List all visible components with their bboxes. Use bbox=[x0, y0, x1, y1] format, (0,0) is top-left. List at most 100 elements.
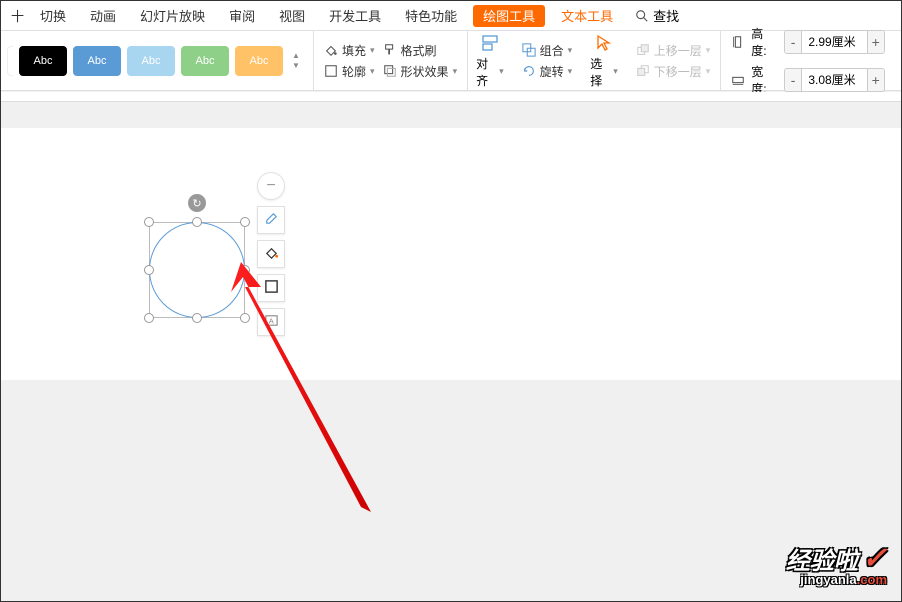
chevron-down-icon: ▾ bbox=[568, 45, 573, 56]
handle-bottom-left[interactable] bbox=[144, 313, 154, 323]
shape-effects-button[interactable]: 形状效果 ▾ bbox=[383, 63, 458, 80]
select-pointer-icon bbox=[594, 33, 614, 53]
style-lightblue[interactable]: Abc bbox=[127, 46, 175, 76]
page-strip bbox=[1, 92, 901, 102]
rotate-button[interactable]: 旋转 ▾ bbox=[522, 63, 573, 80]
float-textbox-button[interactable]: A bbox=[257, 308, 285, 336]
collapse-button[interactable]: − bbox=[257, 172, 285, 200]
chevron-down-icon: ▾ bbox=[499, 66, 504, 77]
select-button[interactable]: 选择▾ bbox=[582, 31, 626, 91]
style-gallery-dropdown[interactable]: ▲ ▼ bbox=[289, 52, 303, 70]
outline-icon bbox=[324, 64, 338, 78]
menu-switch[interactable]: 切换 bbox=[28, 1, 78, 31]
height-value[interactable]: 2.99厘米 bbox=[802, 31, 866, 53]
textbox-icon: A bbox=[264, 313, 279, 331]
rotate-handle[interactable]: ↻ bbox=[188, 194, 206, 212]
square-icon bbox=[264, 279, 279, 297]
circle-shape[interactable] bbox=[149, 222, 245, 318]
fill-outline-group: 填充 ▾ 格式刷 轮廓 ▾ 形状效果 ▾ bbox=[314, 31, 468, 91]
handle-left[interactable] bbox=[144, 265, 154, 275]
watermark: 经验啦 ✓ jingyanla.com bbox=[786, 541, 887, 587]
send-backward-label: 下移一层 bbox=[654, 63, 702, 80]
minus-icon: − bbox=[266, 177, 275, 195]
fill-bucket-icon bbox=[324, 43, 338, 57]
size-group: 高度: - 2.99厘米 + 宽度: - 3.08厘米 + bbox=[721, 31, 895, 91]
search-label: 查找 bbox=[653, 6, 679, 25]
outline-label: 轮廓 bbox=[342, 63, 366, 80]
search-button[interactable]: 查找 bbox=[625, 6, 689, 25]
align-label: 对齐 bbox=[476, 55, 497, 89]
bucket-icon bbox=[264, 245, 279, 263]
watermark-domain: jingyanla bbox=[800, 572, 856, 587]
send-backward-button: 下移一层 ▾ bbox=[636, 63, 711, 80]
chevron-down-icon: ▾ bbox=[453, 66, 458, 77]
check-icon: ✓ bbox=[862, 541, 887, 576]
outline-button[interactable]: 轮廓 ▾ bbox=[324, 63, 375, 80]
height-decrease[interactable]: - bbox=[785, 31, 802, 53]
format-painter-button[interactable]: 格式刷 bbox=[383, 42, 437, 59]
height-label: 高度: bbox=[751, 25, 778, 59]
height-increase[interactable]: + bbox=[867, 31, 884, 53]
select-label: 选择 bbox=[590, 55, 611, 89]
align-button[interactable]: 对齐▾ bbox=[468, 31, 512, 91]
menu-devtools[interactable]: 开发工具 bbox=[317, 1, 393, 31]
style-green[interactable]: Abc bbox=[181, 46, 229, 76]
handle-top-left[interactable] bbox=[144, 217, 154, 227]
bring-forward-button: 上移一层 ▾ bbox=[636, 42, 711, 59]
handle-top[interactable] bbox=[192, 217, 202, 227]
svg-text:A: A bbox=[268, 316, 273, 325]
width-icon bbox=[731, 73, 745, 87]
rotate-icon: ↻ bbox=[192, 197, 201, 210]
pencil-icon bbox=[264, 211, 279, 229]
style-orange[interactable]: Abc bbox=[235, 46, 283, 76]
group-icon bbox=[522, 43, 536, 57]
chevron-down-icon: ▾ bbox=[706, 45, 711, 56]
menu-view[interactable]: 视图 bbox=[267, 1, 317, 31]
float-fill-button[interactable] bbox=[257, 240, 285, 268]
selected-shape[interactable]: ↻ bbox=[149, 222, 245, 318]
watermark-text: 经验啦 bbox=[786, 541, 858, 576]
slide-area[interactable]: − A bbox=[1, 128, 901, 380]
paintbrush-icon bbox=[383, 43, 397, 57]
search-icon bbox=[635, 9, 649, 23]
menu-truncated[interactable]: 十 bbox=[11, 1, 28, 31]
chevron-down-icon: ▾ bbox=[568, 66, 573, 77]
width-increase[interactable]: + bbox=[867, 69, 884, 91]
menu-animation[interactable]: 动画 bbox=[78, 1, 128, 31]
float-outline-button[interactable] bbox=[257, 274, 285, 302]
align-icon bbox=[480, 33, 500, 53]
width-value[interactable]: 3.08厘米 bbox=[802, 69, 866, 91]
menu-review[interactable]: 审阅 bbox=[217, 1, 267, 31]
width-spinner[interactable]: - 3.08厘米 + bbox=[784, 68, 885, 92]
chevron-down-icon: ▼ bbox=[292, 62, 300, 70]
menu-slideshow[interactable]: 幻灯片放映 bbox=[128, 1, 217, 31]
group-button[interactable]: 组合 ▾ bbox=[522, 42, 573, 59]
shape-effects-label: 形状效果 bbox=[401, 63, 449, 80]
chevron-down-icon: ▾ bbox=[613, 66, 618, 77]
chevron-down-icon: ▾ bbox=[370, 66, 375, 77]
menu-text-tools[interactable]: 文本工具 bbox=[549, 1, 625, 31]
menu-drawing-tools[interactable]: 绘图工具 bbox=[473, 5, 545, 27]
float-pencil-button[interactable] bbox=[257, 206, 285, 234]
canvas-area: − A ↻ bbox=[1, 92, 901, 601]
width-decrease[interactable]: - bbox=[785, 69, 802, 91]
ribbon-toolbar: Abc Abc Abc Abc Abc ▲ ▼ 填充 ▾ 格式刷 轮廓 ▾ bbox=[1, 31, 901, 91]
layer-down-icon bbox=[636, 64, 650, 78]
style-truncated-left bbox=[7, 46, 13, 76]
handle-bottom-right[interactable] bbox=[240, 313, 250, 323]
style-blue[interactable]: Abc bbox=[73, 46, 121, 76]
style-black[interactable]: Abc bbox=[19, 46, 67, 76]
fill-label: 填充 bbox=[342, 42, 366, 59]
handle-top-right[interactable] bbox=[240, 217, 250, 227]
group-label: 组合 bbox=[540, 42, 564, 59]
height-spinner[interactable]: - 2.99厘米 + bbox=[784, 30, 885, 54]
handle-right[interactable] bbox=[240, 265, 250, 275]
chevron-down-icon: ▾ bbox=[706, 66, 711, 77]
handle-bottom[interactable] bbox=[192, 313, 202, 323]
chevron-down-icon: ▾ bbox=[370, 45, 375, 56]
layer-up-icon bbox=[636, 43, 650, 57]
shape-style-gallery: Abc Abc Abc Abc Abc ▲ ▼ bbox=[7, 31, 314, 91]
fill-button[interactable]: 填充 ▾ bbox=[324, 42, 375, 59]
rotate-label: 旋转 bbox=[540, 63, 564, 80]
menu-special[interactable]: 特色功能 bbox=[393, 1, 469, 31]
